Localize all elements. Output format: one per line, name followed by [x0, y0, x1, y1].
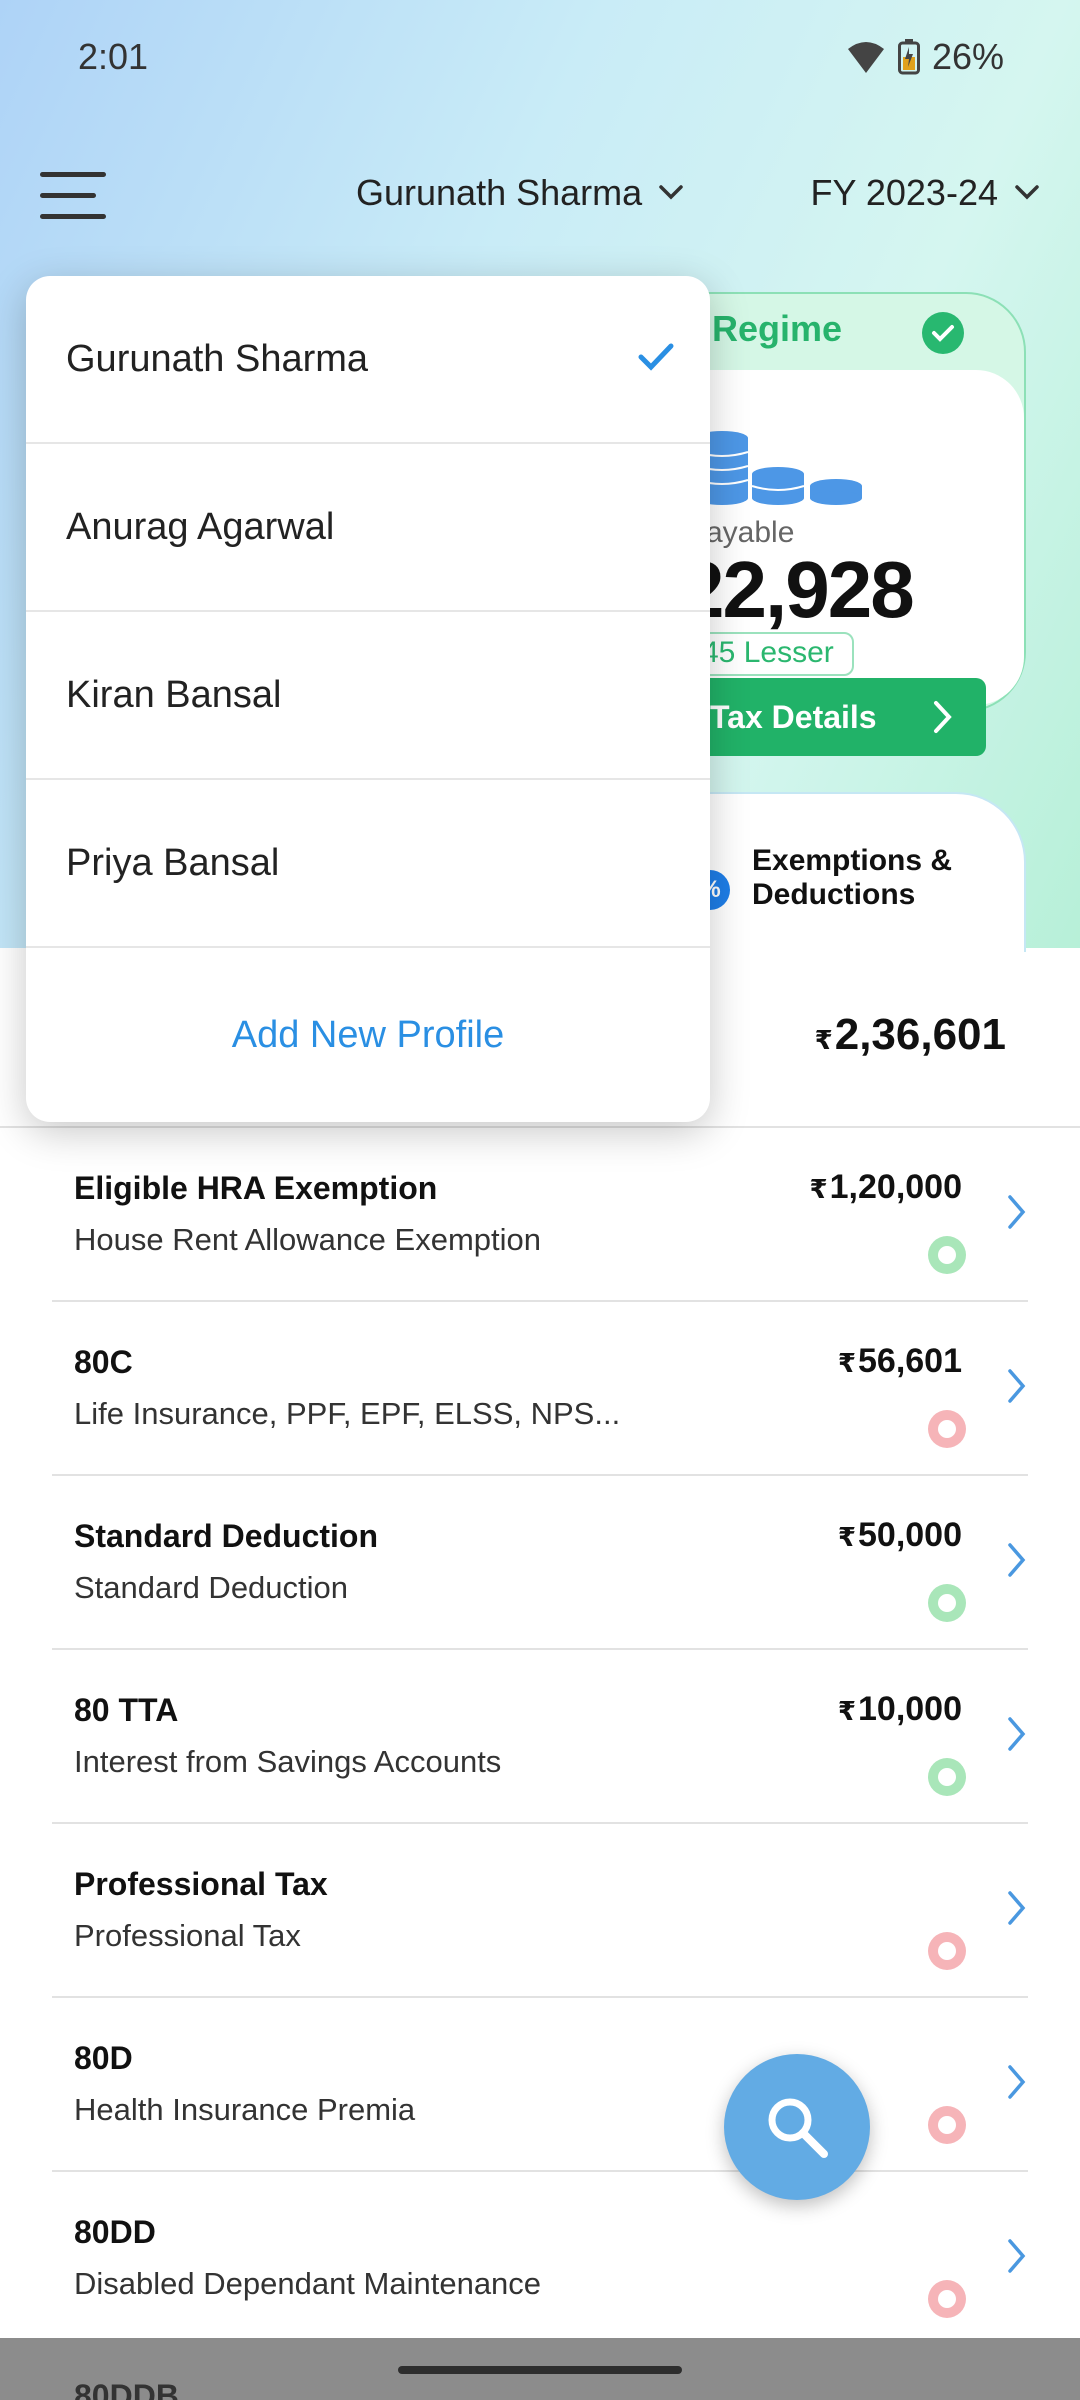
coins-icon [695, 431, 862, 505]
profile-dropdown: Gurunath Sharma Anurag Agarwal Kiran Ban… [26, 276, 710, 1122]
currency-symbol: ₹ [814, 1025, 833, 1055]
battery-icon [897, 39, 920, 75]
item-subtitle: Interest from Savings Accounts [74, 1744, 502, 1779]
chevron-down-icon [659, 185, 683, 200]
checkmark-icon [638, 343, 674, 371]
fiscal-year-selector[interactable]: FY 2023-24 [811, 172, 1040, 214]
home-gesture-bar[interactable] [398, 2366, 682, 2374]
chevron-right-icon [1008, 1195, 1026, 1229]
fiscal-year-label: FY 2023-24 [810, 172, 998, 213]
item-title: Standard Deduction [74, 1518, 379, 1554]
profile-selector-label: Gurunath Sharma [356, 172, 643, 213]
status-indicators: 26% [846, 36, 1004, 78]
chevron-right-icon [1008, 1891, 1026, 1925]
list-item[interactable]: Professional Tax Professional Tax [52, 1824, 1028, 1998]
battery-level: 26% [931, 36, 1004, 77]
status-indicator [928, 1932, 966, 1970]
tab-label: Exemptions & Deductions [752, 844, 953, 911]
status-indicator [928, 1236, 966, 1274]
search-icon [768, 2098, 828, 2158]
profile-option-label: Anurag Agarwal [66, 505, 335, 548]
hamburger-menu-icon[interactable] [40, 172, 106, 222]
wifi-icon [847, 42, 884, 73]
payable-amount: 22,928 [680, 545, 915, 634]
profile-option[interactable]: Priya Bansal [26, 780, 710, 948]
profile-option[interactable]: Gurunath Sharma [26, 276, 710, 444]
add-new-profile-button[interactable]: Add New Profile [26, 948, 710, 1122]
item-amount: ₹1,20,000 [809, 1168, 962, 1206]
status-indicator [928, 2106, 966, 2144]
item-amount: ₹56,601 [837, 1342, 962, 1380]
profile-selector[interactable]: Gurunath Sharma [356, 172, 684, 214]
status-indicator [928, 1410, 966, 1448]
item-subtitle: Health Insurance Premia [74, 2092, 416, 2127]
profile-option-label: Gurunath Sharma [66, 337, 369, 380]
item-subtitle: Standard Deduction [74, 1570, 349, 1605]
item-subtitle: Life Insurance, PPF, EPF, ELSS, NPS... [74, 1396, 621, 1431]
peek-item-title: 80DDB [74, 2378, 179, 2400]
status-indicator [928, 2280, 966, 2318]
chevron-right-icon [934, 701, 952, 733]
check-circle-icon [922, 312, 964, 354]
total-amount: ₹2,36,601 [814, 1010, 1006, 1059]
chevron-right-icon [1008, 2239, 1026, 2273]
item-title: 80D [74, 2040, 133, 2076]
item-title: Professional Tax [74, 1866, 328, 1902]
profile-option-label: Priya Bansal [66, 841, 280, 884]
list-item[interactable]: 80 TTA Interest from Savings Accounts ₹1… [52, 1650, 1028, 1824]
item-title: 80DD [74, 2214, 156, 2250]
chevron-right-icon [1008, 1369, 1026, 1403]
status-bar: 2:01 26% [0, 0, 1080, 110]
status-indicator [928, 1758, 966, 1796]
list-item[interactable]: Standard Deduction Standard Deduction ₹5… [52, 1476, 1028, 1650]
chevron-right-icon [1008, 1717, 1026, 1751]
list-item[interactable]: Eligible HRA Exemption House Rent Allowa… [52, 1128, 1028, 1302]
chevron-right-icon [1008, 1543, 1026, 1577]
item-subtitle: Professional Tax [74, 1918, 301, 1953]
list-item[interactable]: 80C Life Insurance, PPF, EPF, ELSS, NPS.… [52, 1302, 1028, 1476]
item-title: 80 TTA [74, 1692, 179, 1728]
status-time: 2:01 [78, 36, 149, 77]
profile-option[interactable]: Kiran Bansal [26, 612, 710, 780]
item-title: Eligible HRA Exemption [74, 1170, 438, 1206]
list-item[interactable]: 80D Health Insurance Premia [52, 1998, 1028, 2172]
search-fab-button[interactable] [724, 2054, 870, 2200]
regime-title: Regime [712, 308, 843, 349]
item-title: 80C [74, 1344, 133, 1380]
profile-option[interactable]: Anurag Agarwal [26, 444, 710, 612]
status-indicator [928, 1584, 966, 1622]
item-amount: ₹10,000 [837, 1690, 962, 1728]
item-subtitle: House Rent Allowance Exemption [74, 1222, 541, 1257]
tax-details-label: Tax Details [710, 698, 877, 735]
item-amount: ₹50,000 [837, 1516, 962, 1554]
item-subtitle: Disabled Dependant Maintenance [74, 2266, 542, 2301]
chevron-down-icon [1015, 185, 1039, 200]
list-item[interactable]: 80DD Disabled Dependant Maintenance [52, 2172, 1028, 2346]
profile-option-label: Kiran Bansal [66, 673, 282, 716]
chevron-right-icon [1008, 2065, 1026, 2099]
